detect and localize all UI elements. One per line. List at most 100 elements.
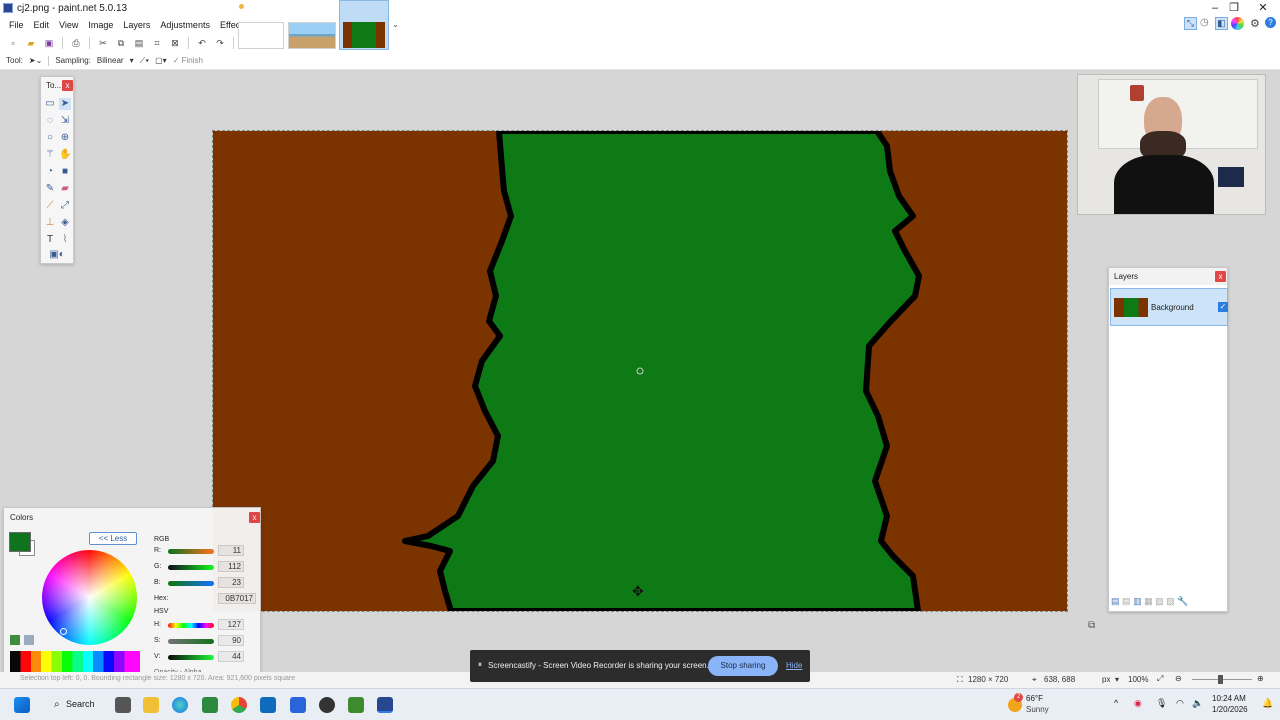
layer-properties-icon[interactable]: 🔧 xyxy=(1177,596,1188,606)
blend-mode-icon[interactable]: ▢▾ xyxy=(155,56,167,65)
tools-close-button[interactable]: x xyxy=(62,80,73,91)
merge-layer-icon[interactable]: ▦ xyxy=(1144,596,1153,606)
add-palette-icon[interactable] xyxy=(10,635,20,645)
copy-icon[interactable]: ⧉ xyxy=(115,37,127,49)
g-value-field[interactable]: 112 xyxy=(218,561,244,572)
menu-view[interactable]: View xyxy=(54,16,83,34)
file-explorer-icon[interactable] xyxy=(143,697,159,713)
paint-bucket-tool-icon[interactable]: ◔ xyxy=(44,166,56,178)
stop-sharing-button[interactable]: Stop sharing xyxy=(708,656,778,676)
thumbs-dropdown-icon[interactable]: ⌄ xyxy=(392,20,399,29)
color-wheel[interactable] xyxy=(42,550,137,645)
new-icon[interactable]: ▫ xyxy=(7,37,19,49)
layers-toggle-icon[interactable]: ◧ xyxy=(1215,17,1228,30)
volume-icon[interactable]: 🔈 xyxy=(1192,698,1203,709)
eraser-tool-icon[interactable]: ▰ xyxy=(59,183,71,195)
menu-file[interactable]: File xyxy=(4,16,29,34)
units-chevron-icon[interactable]: ▾ xyxy=(1115,675,1119,684)
zoom-out-icon[interactable]: ⊖ xyxy=(1175,674,1182,683)
zoom-slider-thumb[interactable] xyxy=(1218,675,1223,684)
quality-icon[interactable]: ⟋▾ xyxy=(140,56,150,66)
search-icon[interactable]: ⌕ xyxy=(54,699,60,710)
undo-icon[interactable]: ↶ xyxy=(196,37,208,49)
hex-value-field[interactable]: 0B7017 xyxy=(218,593,256,604)
settings-gear-icon[interactable]: ⚙ xyxy=(1250,17,1260,30)
crop-icon[interactable]: ⌗ xyxy=(151,37,163,49)
zoom-to-window-icon[interactable]: ⤢ xyxy=(1157,674,1163,684)
text-tool-icon[interactable]: T xyxy=(44,234,56,246)
line-curve-tool-icon[interactable]: ⌇ xyxy=(59,234,71,246)
menu-adjustments[interactable]: Adjustments xyxy=(155,16,215,34)
store-icon[interactable] xyxy=(202,697,218,713)
lasso-tool-icon[interactable]: ◌ xyxy=(44,115,56,127)
weather-desc[interactable]: Sunny xyxy=(1026,705,1049,714)
colors-close-button[interactable]: x xyxy=(249,512,260,523)
v-slider[interactable] xyxy=(168,655,214,660)
open-icon[interactable]: ▰ xyxy=(25,37,37,49)
image-thumb-active[interactable] xyxy=(339,0,389,50)
tray-chevron-icon[interactable]: ^ xyxy=(1114,698,1118,708)
magic-wand-tool-icon[interactable]: ⚚ xyxy=(44,149,56,161)
menu-edit[interactable]: Edit xyxy=(29,16,55,34)
close-window-button[interactable]: ✕ xyxy=(1248,0,1278,16)
chrome-icon[interactable] xyxy=(231,697,247,713)
tray-app-icon[interactable]: ◉ xyxy=(1134,698,1142,709)
layer-visible-checkbox[interactable]: ✓ xyxy=(1218,302,1228,312)
paintnet-taskbar-icon[interactable] xyxy=(377,697,393,713)
microphone-icon[interactable]: 🎙 xyxy=(1156,698,1167,709)
calendar-app-icon[interactable] xyxy=(290,697,306,713)
clone-stamp-tool-icon[interactable]: ⊥ xyxy=(44,217,56,229)
notifications-icon[interactable]: 🔔 xyxy=(1262,698,1273,709)
layers-close-button[interactable]: x xyxy=(1215,271,1226,282)
inkscape-icon[interactable] xyxy=(319,697,335,713)
redo-icon[interactable]: ↷ xyxy=(214,37,226,49)
taskbar-search[interactable]: Search xyxy=(66,699,95,709)
layer-row[interactable]: Background ✓ xyxy=(1110,288,1228,326)
move-layer-up-icon[interactable]: ▧ xyxy=(1155,596,1164,606)
help-icon[interactable]: ? xyxy=(1265,17,1276,28)
move-selected-tool-icon[interactable]: ➤ xyxy=(59,98,71,110)
save-icon[interactable]: ▣ xyxy=(43,37,55,49)
ellipse-select-tool-icon[interactable]: ○ xyxy=(44,132,56,144)
edge-icon[interactable] xyxy=(172,697,188,713)
tools-toggle-icon[interactable]: ⤡ xyxy=(1184,17,1197,30)
image-canvas[interactable] xyxy=(212,130,1068,612)
less-button[interactable]: << Less xyxy=(89,532,137,545)
deselect-icon[interactable]: ⊠ xyxy=(169,37,181,49)
add-layer-icon[interactable]: ▤ xyxy=(1111,596,1120,606)
clock-date[interactable]: 1/20/2026 xyxy=(1212,705,1248,714)
shapes-tool-icon[interactable]: ▣◐ xyxy=(46,249,68,261)
zoom-in-icon[interactable]: ⊕ xyxy=(1257,674,1264,683)
sampling-dropdown[interactable]: Bilinear xyxy=(97,56,124,65)
task-view-icon[interactable] xyxy=(115,697,131,713)
h-value-field[interactable]: 127 xyxy=(218,619,244,630)
primary-color-swatch[interactable] xyxy=(9,532,31,552)
duplicate-layer-icon[interactable]: ▥ xyxy=(1133,596,1142,606)
clock-time[interactable]: 10:24 AM xyxy=(1212,694,1246,703)
g-slider[interactable] xyxy=(168,565,214,570)
s-slider[interactable] xyxy=(168,639,214,644)
v-value-field[interactable]: 44 xyxy=(218,651,244,662)
move-tool-icon[interactable]: ➤⌄ xyxy=(29,56,42,65)
move-selection-tool-icon[interactable]: ⇲ xyxy=(59,115,71,127)
paintbrush-tool-icon[interactable]: ✎ xyxy=(44,183,56,195)
palette-menu-icon[interactable] xyxy=(24,635,34,645)
zoom-tool-icon[interactable]: ⊕ xyxy=(59,132,71,144)
paste-icon[interactable]: ▤ xyxy=(133,37,145,49)
minecraft-icon[interactable] xyxy=(348,697,364,713)
zoom-level[interactable]: 100% xyxy=(1128,675,1148,684)
b-value-field[interactable]: 23 xyxy=(218,577,244,588)
image-thumb-landscape[interactable] xyxy=(288,22,336,49)
cut-icon[interactable]: ✂ xyxy=(97,37,109,49)
outlook-icon[interactable] xyxy=(260,697,276,713)
colors-toggle-icon[interactable] xyxy=(1231,17,1244,30)
history-icon[interactable]: ◷ xyxy=(1200,17,1209,28)
h-slider[interactable] xyxy=(168,623,214,628)
r-slider[interactable] xyxy=(168,549,214,554)
rect-select-tool-icon[interactable]: ▭ xyxy=(44,98,56,110)
pencil-tool-icon[interactable]: ⟋ xyxy=(44,200,56,212)
s-value-field[interactable]: 90 xyxy=(218,635,244,646)
delete-layer-icon[interactable]: ▤ xyxy=(1122,596,1131,606)
r-value-field[interactable]: 11 xyxy=(218,545,244,556)
move-layer-down-icon[interactable]: ▨ xyxy=(1166,596,1175,606)
